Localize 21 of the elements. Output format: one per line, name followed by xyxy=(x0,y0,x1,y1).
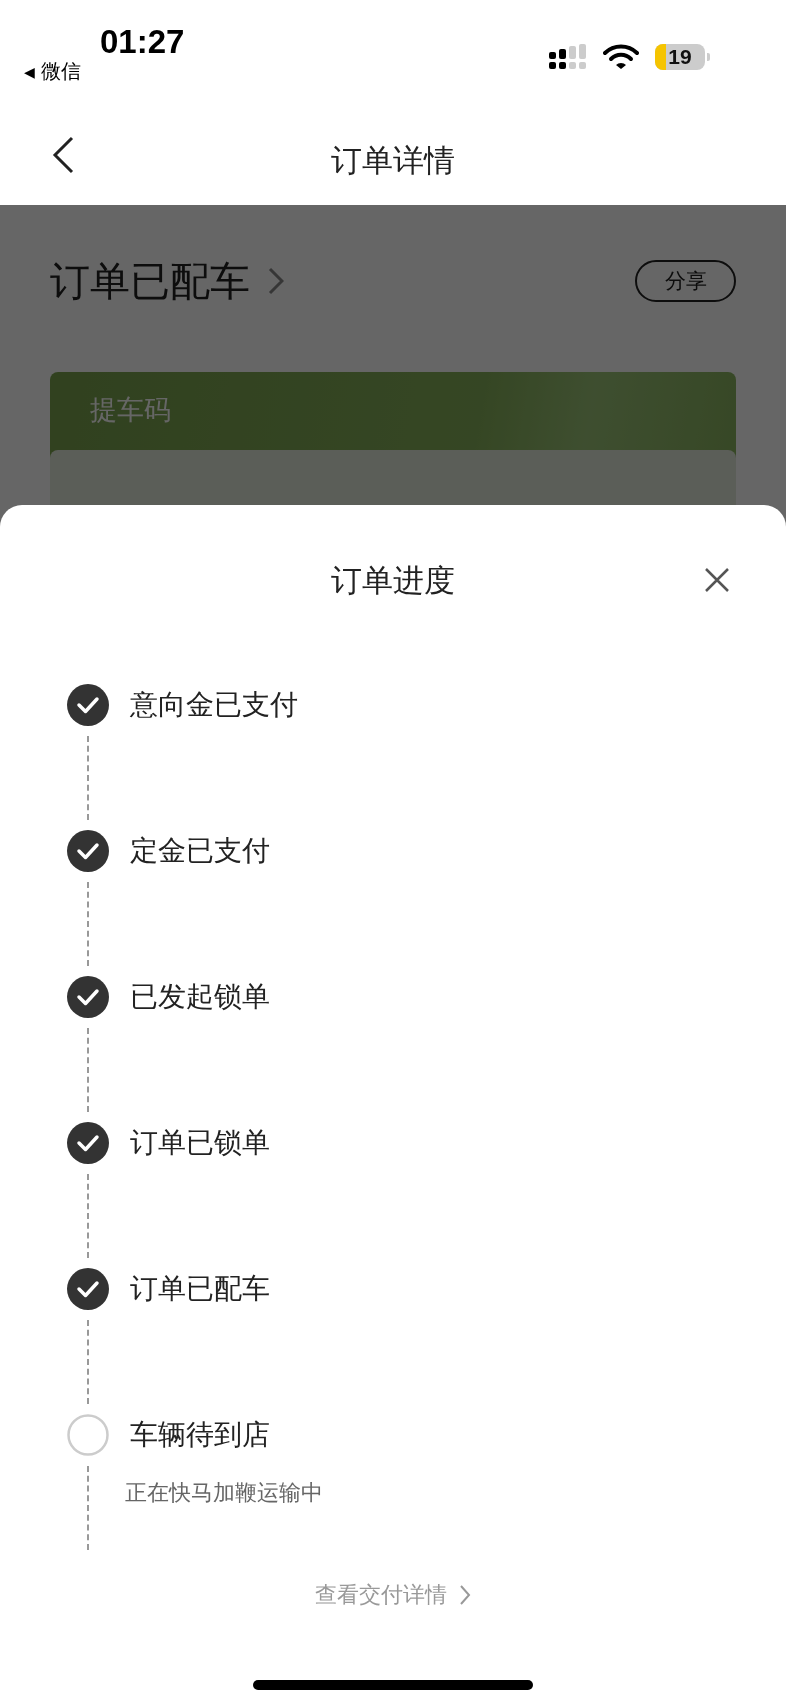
chevron-right-icon[interactable] xyxy=(459,1584,471,1606)
status-time: 01:27 xyxy=(100,22,185,62)
step-label: 意向金已支付 xyxy=(130,687,298,723)
page-title: 订单详情 xyxy=(331,140,455,180)
back-arrow-icon[interactable]: ◀ xyxy=(24,63,35,80)
order-status[interactable]: 订单已配车 xyxy=(50,253,250,309)
delivery-details-link[interactable]: 查看交付详情 xyxy=(315,1580,471,1610)
step-note: 正在快马加鞭运输中 xyxy=(125,1479,323,1507)
step-label: 订单已配车 xyxy=(130,1271,270,1307)
share-button[interactable]: 分享 xyxy=(635,260,736,302)
step-label: 已发起锁单 xyxy=(130,979,270,1015)
card-label: 提车码 xyxy=(90,394,171,425)
signal-icon xyxy=(549,44,587,70)
wifi-icon xyxy=(603,44,639,70)
step-label: 订单已锁单 xyxy=(130,1125,270,1161)
sheet-title: 订单进度 xyxy=(331,561,455,600)
back-app-label[interactable]: 微信 xyxy=(40,58,81,85)
step-label: 定金已支付 xyxy=(130,833,270,869)
step-label: 车辆待到店 xyxy=(130,1417,270,1453)
back-icon[interactable] xyxy=(52,136,74,174)
close-icon[interactable] xyxy=(704,567,730,593)
